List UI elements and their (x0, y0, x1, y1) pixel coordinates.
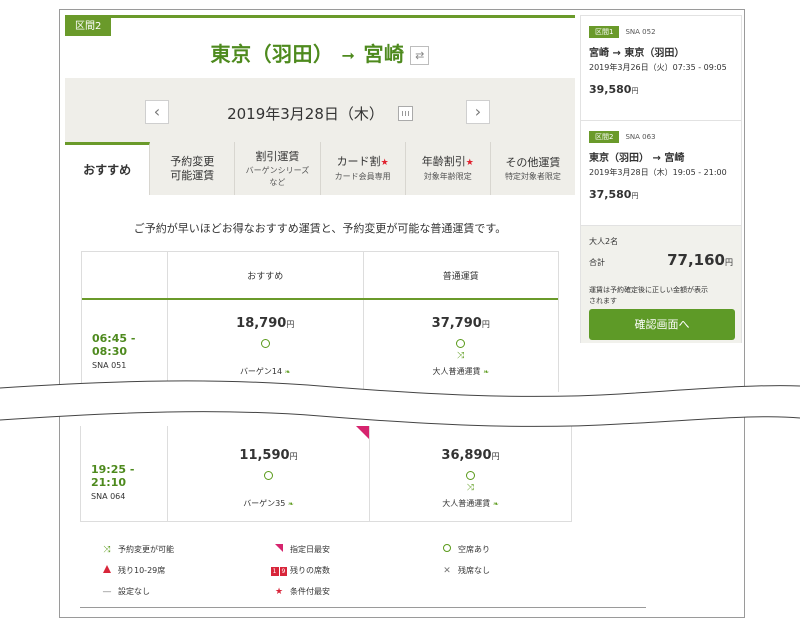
flight-number: SNA 051 (92, 361, 127, 370)
fare-price: 36,890円 (441, 448, 500, 463)
date-label: 2019年3月28日（木） (227, 105, 384, 123)
lowest-price-flag-icon (275, 544, 283, 552)
selected-date: 2019年3月28日（木） (65, 103, 575, 124)
segment-summary: 区間2 SNA 063 東京（羽田） → 宮崎 2019年3月28日（木）19:… (581, 121, 741, 226)
table-row: 19:25 - 21:10 SNA 064 11,590円 バーゲン35 ❧ 3… (81, 426, 571, 522)
booking-summary: 区間1 SNA 052 宮崎 → 東京（羽田） 2019年3月26日（火）07:… (580, 15, 742, 343)
legend-item: ⤨ 予約変更が可能 (96, 544, 268, 555)
fare-table-continued: 19:25 - 21:10 SNA 064 11,590円 バーゲン35 ❧ 3… (80, 426, 572, 522)
segment-flight: SNA 052 (625, 28, 656, 36)
fare-name: バーゲン35 ❧ (243, 499, 294, 508)
legend-item: ✕ 残席なし (436, 565, 490, 576)
few-seats-icon (103, 565, 111, 573)
fare-tabs: おすすめ 予約変更 可能運賃 割引運賃 バーゲンシリーズ など カード割★ カー… (65, 142, 576, 195)
total-price: 77,160円 (667, 251, 733, 269)
star-icon: ★ (465, 158, 474, 168)
price-note: 運賃は予約確定後に正しい金額が表示 されます (589, 286, 708, 305)
changeable-icon: ⤨ (466, 483, 475, 493)
conditional-lowest-icon: ★ (274, 586, 284, 597)
calendar-icon[interactable] (397, 106, 413, 121)
not-set-icon: — (102, 586, 112, 597)
sold-out-icon: ✕ (443, 565, 451, 576)
available-icon (264, 471, 273, 480)
legend-item: 空席あり (436, 544, 490, 555)
flight-number: SNA 064 (91, 492, 126, 501)
segment-flight: SNA 063 (625, 133, 656, 141)
available-icon (456, 339, 466, 348)
page-break-graphic (0, 380, 800, 427)
col-normal-fare: 普通運賃 (442, 271, 479, 282)
segment-price: 37,580円 (589, 188, 639, 201)
seats-remaining-icon: 19 (270, 566, 288, 576)
fare-price: 37,790円 (431, 316, 490, 331)
segment-badge: 区間2 (589, 131, 620, 143)
tab-recommended[interactable]: おすすめ (65, 142, 151, 195)
available-icon (260, 339, 270, 348)
table-header: おすすめ 普通運賃 (82, 252, 558, 300)
fare-cell[interactable]: 11,590円 バーゲン35 ❧ (168, 426, 370, 522)
col-recommended: おすすめ (168, 252, 364, 298)
available-icon (443, 544, 451, 552)
fare-content: ご予約が早いほどお得なおすすめ運賃と、予約変更が可能な普通運賃です。 おすすめ … (65, 195, 575, 393)
tab-card[interactable]: カード割★ カード会員専用 (320, 142, 406, 195)
divider (80, 607, 646, 608)
passenger-count: 大人2名 (589, 237, 619, 246)
date-navigator: ‹ 2019年3月28日（木） › (65, 78, 575, 142)
destination-label: 宮崎 (363, 42, 405, 66)
changeable-icon: ⤨ (103, 544, 111, 555)
flight-time: 19:25 - 21:10 (91, 463, 135, 489)
swap-route-icon[interactable]: ⇄ (410, 46, 430, 65)
flight-time-cell: 19:25 - 21:10 SNA 064 (81, 426, 168, 522)
segment-route: 宮崎 → 東京（羽田） (589, 48, 685, 59)
fare-price: 11,590円 (239, 448, 298, 463)
route-header: 区間2 東京（羽田） ➞ 宮崎 ⇄ (65, 15, 575, 78)
changeable-icon: ⤨ (457, 351, 465, 361)
screenshot-frame: 区間2 東京（羽田） ➞ 宮崎 ⇄ ‹ 2019年3月28日（木） › おすすめ 予約… (59, 9, 745, 618)
route-arrow-icon: ➞ (341, 46, 356, 65)
flight-time: 06:45 - 08:30 (92, 332, 136, 358)
star-icon: ★ (380, 158, 389, 168)
legend-item: 指定日最安 (268, 544, 436, 555)
total-label: 合計 (589, 258, 605, 267)
legend-item: — 設定なし (96, 586, 268, 597)
tab-other[interactable]: その他運賃 特定対象者限定 (490, 142, 576, 195)
origin-label: 東京（羽田） (210, 42, 334, 66)
fare-cell[interactable]: 36,890円 ⤨ 大人普通運賃 ❧ (370, 426, 571, 522)
legend: ⤨ 予約変更が可能 指定日最安 空席あり 残り10-29席 1 9 残りの席数 ✕ 残席… (96, 539, 556, 602)
segment-date: 2019年3月28日（木）19:05 - 21:00 (589, 168, 727, 177)
segment-price: 39,580円 (589, 83, 639, 96)
segment-badge: 区間1 (589, 26, 620, 38)
next-day-button[interactable]: › (466, 100, 490, 124)
confirm-button[interactable]: 確認画面へ (589, 309, 735, 340)
tab-age-discount[interactable]: 年齢割引★ 対象年齢限定 (405, 142, 491, 195)
fare-selection-panel: 区間2 東京（羽田） ➞ 宮崎 ⇄ ‹ 2019年3月28日（木） › おすすめ 予約… (65, 15, 576, 393)
route-title: 東京（羽田） ➞ 宮崎 ⇄ (65, 38, 575, 67)
available-icon (466, 471, 475, 480)
fare-name: 大人普通運賃 ❧ (442, 499, 499, 508)
segment-summary: 区間1 SNA 052 宮崎 → 東京（羽田） 2019年3月26日（火）07:… (581, 16, 741, 121)
tab-changeable[interactable]: 予約変更 可能運賃 (150, 142, 236, 195)
info-icon[interactable]: ❧ (288, 500, 294, 508)
legend-item: ★ 条件付最安 (268, 586, 436, 597)
section-badge: 区間2 (65, 18, 112, 36)
fare-price: 18,790円 (236, 316, 295, 331)
intro-text: ご予約が早いほどお得なおすすめ運賃と、予約変更が可能な普通運賃です。 (133, 222, 507, 235)
legend-item: 1 9 残りの席数 (270, 566, 330, 576)
info-icon[interactable]: ❧ (493, 500, 499, 508)
tab-discount[interactable]: 割引運賃 バーゲンシリーズ など (235, 142, 321, 195)
fare-table: おすすめ 普通運賃 06:45 - 08:30 SNA 051 18,790円 … (81, 251, 559, 392)
segment-date: 2019年3月26日（火）07:35 - 09:05 (589, 63, 727, 72)
legend-item: 残り10-29席 (96, 565, 268, 576)
segment-route: 東京（羽田） → 宮崎 (589, 153, 685, 164)
